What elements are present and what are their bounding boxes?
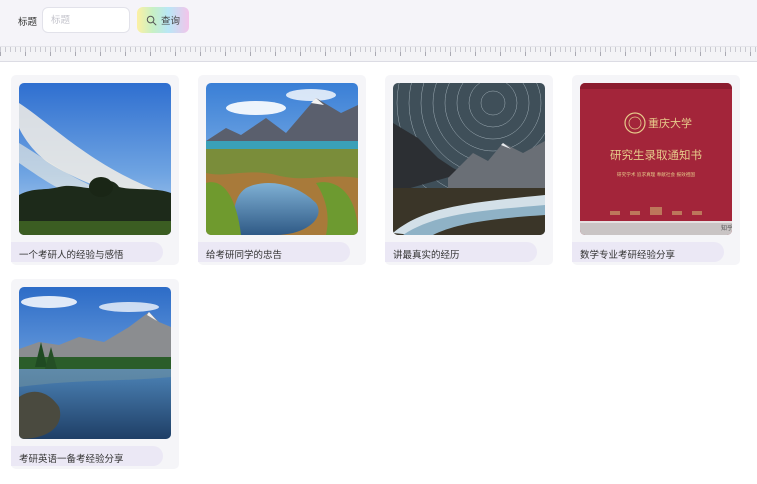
article-thumbnail bbox=[393, 83, 545, 235]
article-title: 一个考研人的经验与感悟 bbox=[19, 250, 124, 261]
query-button[interactable]: 查询 bbox=[137, 7, 189, 33]
article-card[interactable]: 考研英语一备考经验分享 bbox=[11, 279, 179, 469]
query-button-label: 查询 bbox=[160, 16, 180, 27]
article-thumbnail: 重庆大学 研究生录取通知书 研究学术 追求真理 奉献社会 报效祖国 知乎 bbox=[580, 83, 732, 235]
watermark-text: 知乎 bbox=[721, 224, 732, 232]
notice-subline-text: 研究学术 追求真理 奉献社会 报效祖国 bbox=[617, 171, 695, 178]
article-thumbnail bbox=[19, 287, 171, 439]
article-card[interactable]: 讲最真实的经历 bbox=[385, 75, 553, 265]
title-filter-label: 标题 bbox=[18, 17, 38, 28]
notice-headline-text: 研究生录取通知书 bbox=[610, 148, 702, 162]
article-title: 数学专业考研经验分享 bbox=[580, 250, 676, 261]
article-thumbnail bbox=[206, 83, 358, 235]
ruler-bar bbox=[0, 46, 757, 62]
university-logo-text: 重庆大学 bbox=[648, 116, 692, 130]
article-thumbnail bbox=[19, 83, 171, 235]
article-card[interactable]: 重庆大学 研究生录取通知书 研究学术 追求真理 奉献社会 报效祖国 知乎 数学专… bbox=[572, 75, 740, 265]
search-bar: 标题 查询 bbox=[0, 0, 757, 46]
article-card[interactable]: 一个考研人的经验与感悟 bbox=[11, 75, 179, 265]
title-search-input[interactable] bbox=[42, 7, 130, 33]
article-title: 考研英语一备考经验分享 bbox=[19, 454, 124, 465]
article-title: 讲最真实的经历 bbox=[393, 250, 460, 261]
search-icon bbox=[146, 15, 157, 25]
article-card[interactable]: 给考研同学的忠告 bbox=[198, 75, 366, 265]
article-title: 给考研同学的忠告 bbox=[206, 250, 283, 261]
